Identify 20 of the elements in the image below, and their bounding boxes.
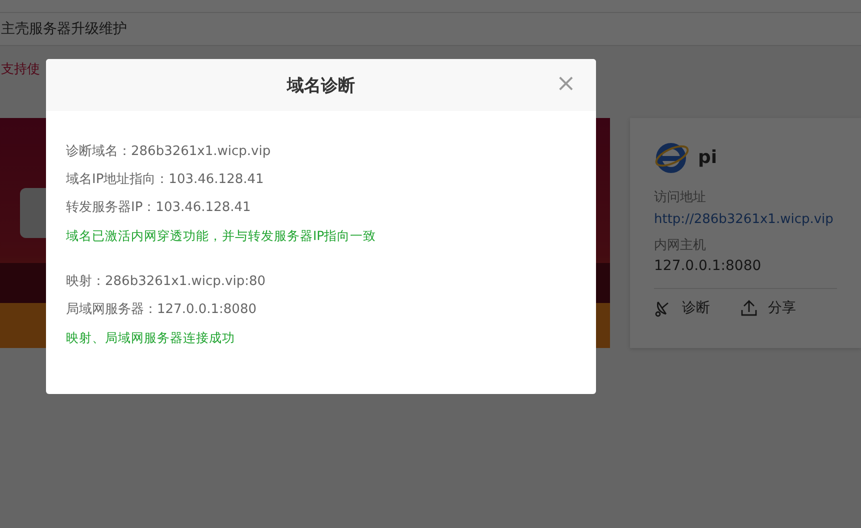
url-link[interactable]: http://286b3261x1.wicp.vip [654, 210, 837, 230]
browser-icon [654, 140, 690, 174]
info-line: 域名IP地址指向：103.46.128.41 [66, 171, 265, 189]
dialog-title: 域名诊断 [287, 74, 355, 96]
info-line: 诊断域名：286b3261x1.wicp.vip [66, 143, 272, 161]
card-title: pi [698, 146, 718, 168]
status-message: 映射、局域网服务器连接成功 [66, 329, 236, 347]
field-label: 内网主机 [654, 237, 707, 254]
info-line: 转发服务器IP：103.46.128.41 [66, 199, 252, 217]
status-message: 域名已激活内网穿透功能，并与转发服务器IP指向一致 [66, 227, 378, 245]
upload-icon [740, 299, 758, 317]
field-label: 访问地址 [654, 189, 707, 206]
share-button[interactable]: 分享 [740, 299, 796, 317]
diagnose-button[interactable]: 诊断 [654, 299, 710, 317]
close-button[interactable]: × [552, 71, 580, 95]
info-line: 局域网服务器：127.0.0.1:8080 [66, 301, 258, 319]
info-line: 映射：286b3261x1.wicp.vip:80 [66, 273, 267, 291]
notice-text: 主壳服务器升级维护 [1, 20, 127, 38]
host-value: 127.0.0.1:8080 [654, 258, 762, 274]
tip-text: 支持使 [1, 61, 40, 78]
